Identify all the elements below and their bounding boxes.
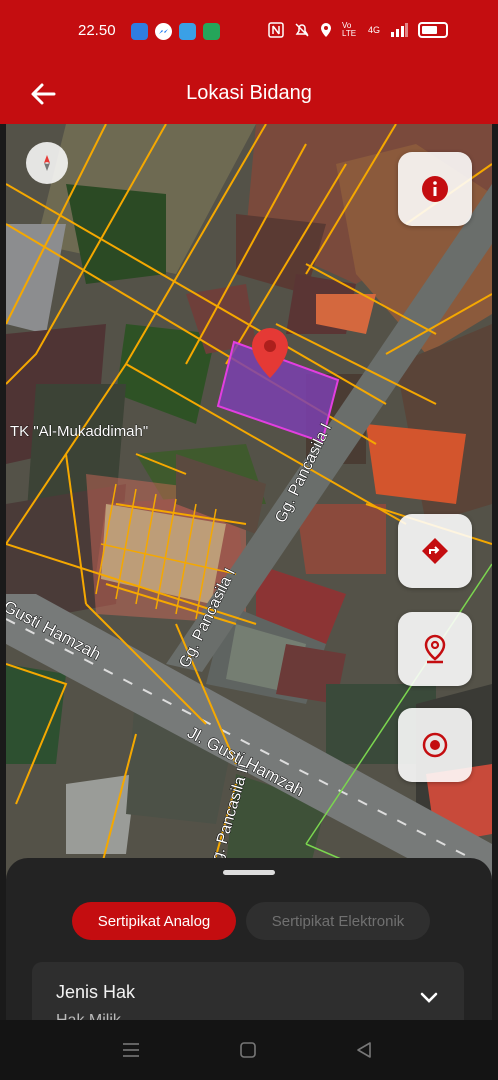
back-icon[interactable] (354, 1040, 374, 1060)
menu-icon[interactable] (121, 1040, 141, 1060)
home-icon[interactable] (238, 1040, 258, 1060)
signal-icon (391, 23, 409, 37)
status-right-icons: Vo LTE 4G (268, 21, 449, 38)
info-button[interactable] (398, 152, 472, 226)
sheet-drag-handle[interactable] (223, 870, 275, 875)
location-icon (321, 23, 331, 37)
jenis-hak-label: Jenis Hak (56, 982, 136, 1002)
4g-icon: 4G (368, 25, 381, 35)
map-label-school: TK "Al-Mukaddimah" (10, 423, 148, 440)
location-pin-button[interactable] (398, 612, 472, 686)
status-app-icons (131, 23, 220, 40)
app-icon-bird (179, 23, 196, 40)
tab-sertipikat-elektronik[interactable]: Sertipikat Elektronik (246, 902, 430, 940)
location-pin-icon (424, 634, 446, 664)
shield-app-icon (203, 23, 220, 40)
my-location-button[interactable] (398, 708, 472, 782)
battery-icon (418, 22, 449, 38)
volte-icon: Vo LTE (342, 21, 357, 38)
nfc-icon (268, 22, 284, 38)
app-icon-blue (131, 23, 148, 40)
messenger-icon (155, 23, 172, 40)
status-time: 22.50 (78, 22, 116, 39)
mute-icon (295, 23, 309, 37)
directions-icon (422, 538, 448, 564)
compass-icon (44, 155, 50, 171)
my-location-icon (422, 732, 448, 758)
chevron-down-icon (420, 992, 438, 1003)
page-title: Lokasi Bidang (186, 82, 312, 104)
status-bar: 22.50 Vo LTE 4G (0, 0, 498, 64)
info-icon (422, 176, 448, 202)
compass-button[interactable] (26, 142, 68, 184)
app-bar: Lokasi Bidang (0, 64, 498, 124)
tab-sertipikat-analog[interactable]: Sertipikat Analog (72, 902, 236, 940)
directions-button[interactable] (398, 514, 472, 588)
bottom-sheet: Sertipikat Analog Sertipikat Elektronik … (6, 858, 492, 1042)
system-nav-bar (0, 1020, 498, 1080)
